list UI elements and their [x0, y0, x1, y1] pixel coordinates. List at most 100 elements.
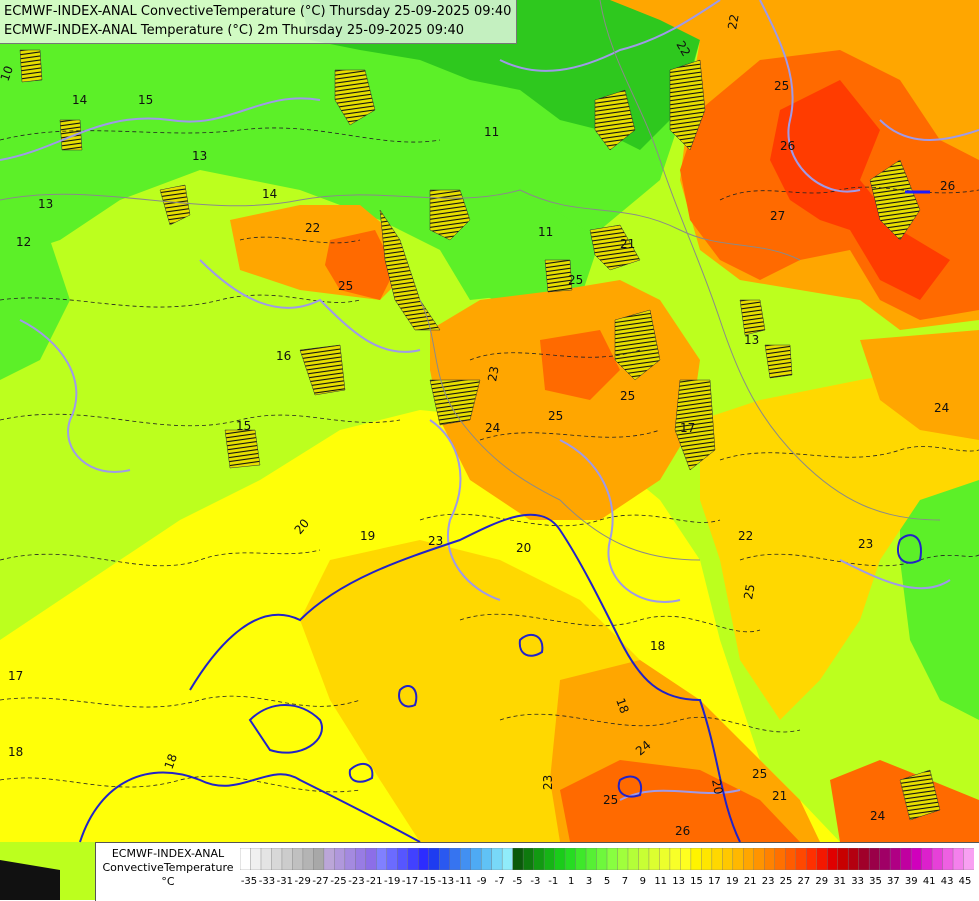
legend-swatch	[439, 848, 451, 870]
legend-swatch	[627, 848, 639, 870]
legend-swatch	[764, 848, 776, 870]
contour-label: 24	[870, 809, 885, 823]
legend-tick-label: -33	[258, 876, 276, 887]
contour-label: 24	[934, 401, 949, 415]
legend-swatch	[701, 848, 713, 870]
contour-label: 13	[744, 333, 759, 347]
legend-swatch	[302, 848, 314, 870]
legend-swatch	[910, 848, 923, 870]
legend-tick-label: -17	[401, 876, 419, 887]
contour-label: 23	[485, 365, 501, 382]
legend-swatch	[501, 848, 514, 870]
legend-tick-label: 13	[672, 876, 685, 887]
contour-label: 21	[772, 789, 787, 803]
contour-label: 25	[548, 409, 563, 423]
legend-swatch	[240, 848, 251, 870]
legend-swatch	[743, 848, 755, 870]
contour-label: 14	[72, 93, 87, 107]
legend-tick-label: -25	[330, 876, 347, 887]
legend-source: ECMWF-INDEX-ANAL	[111, 847, 225, 860]
legend-tick-label: 33	[851, 876, 864, 887]
title-temperature-2m: ECMWF-INDEX-ANAL Temperature (°C) 2m Thu…	[4, 23, 464, 38]
legend-swatch	[313, 848, 325, 870]
legend-swatch	[942, 848, 954, 870]
legend-tick-label: 7	[621, 876, 629, 887]
legend-color-bar	[240, 848, 974, 870]
legend-swatch	[543, 848, 556, 870]
legend-swatch	[638, 848, 650, 870]
legend-tick-label: -29	[294, 876, 311, 887]
contour-label: 21	[620, 237, 635, 251]
legend-swatch	[480, 848, 493, 870]
contour-label: 18	[8, 745, 23, 759]
legend-tick-label: 23	[761, 876, 775, 887]
contour-label: 17	[8, 669, 23, 683]
legend-swatch	[606, 848, 618, 870]
contour-label: 25	[774, 79, 789, 93]
legend-swatch	[449, 848, 461, 870]
legend-tick-label: 25	[779, 876, 793, 887]
contour-label: 13	[38, 197, 53, 211]
contour-label: 11	[538, 225, 553, 239]
legend-swatch	[669, 848, 681, 870]
contour-label: 18	[650, 639, 665, 653]
legend-swatch	[386, 848, 398, 870]
legend-swatch	[323, 848, 335, 870]
legend-swatch	[795, 848, 807, 870]
legend-swatch	[900, 848, 912, 870]
contour-label: 25	[603, 793, 618, 807]
contour-label: 19	[360, 529, 375, 543]
legend-tick-label: 43	[940, 876, 954, 887]
contour-label: 22	[725, 13, 741, 30]
legend-tick-label: -7	[494, 876, 505, 887]
legend-swatch	[564, 848, 577, 870]
legend-swatch	[858, 848, 870, 870]
legend-tick-label: -3	[530, 876, 541, 887]
legend-swatch	[837, 848, 849, 870]
legend-swatch	[722, 848, 734, 870]
legend-swatch	[732, 848, 744, 870]
legend-swatch	[847, 848, 860, 870]
legend-swatch	[522, 848, 535, 870]
legend-swatch	[690, 848, 702, 870]
legend-swatch	[879, 848, 891, 870]
legend-swatch	[470, 848, 482, 870]
legend-swatch	[585, 848, 598, 870]
legend-tick-label: -35	[240, 876, 258, 887]
legend-swatch	[648, 848, 660, 870]
legend-swatch	[491, 848, 503, 870]
contour-label: 17	[680, 421, 695, 435]
contour-label: 26	[780, 139, 795, 153]
legend-tick-label: -5	[512, 876, 523, 887]
legend-variable: ConvectiveTemperature	[102, 861, 234, 874]
legend-tick-label: -11	[455, 876, 472, 887]
legend-tick-label: 5	[603, 876, 611, 887]
contour-label: 25	[741, 583, 757, 600]
contour-label: 26	[675, 824, 690, 838]
contour-label: 24	[485, 421, 500, 435]
title-convective-temperature: ECMWF-INDEX-ANAL ConvectiveTemperature (…	[4, 4, 512, 19]
legend-swatch	[806, 848, 818, 870]
legend-tick-label: 15	[690, 876, 703, 887]
legend-tick-label: -23	[348, 876, 365, 887]
map-title-box: ECMWF-INDEX-ANAL ConvectiveTemperature (…	[0, 0, 518, 44]
legend-swatch	[711, 848, 723, 870]
contour-label: 23	[428, 534, 443, 548]
legend-tick-label: 3	[585, 876, 593, 887]
contour-label: 23	[858, 537, 873, 551]
contour-label: 15	[236, 419, 251, 433]
legend-swatch	[785, 848, 797, 870]
color-legend: ECMWF-INDEX-ANAL ConvectiveTemperature °…	[95, 842, 979, 901]
legend-swatch	[554, 848, 566, 870]
legend-tick-label: 41	[922, 876, 936, 887]
legend-swatch	[575, 848, 587, 870]
legend-swatch	[827, 848, 839, 870]
legend-swatch	[617, 848, 629, 870]
contour-label: 14	[262, 187, 277, 201]
legend-swatch	[260, 848, 272, 870]
legend-swatch	[931, 848, 944, 870]
legend-tick-label: -31	[276, 876, 293, 887]
legend-swatch	[459, 848, 472, 870]
legend-tick-label: -9	[476, 876, 487, 887]
legend-tick-label: 35	[869, 876, 882, 887]
